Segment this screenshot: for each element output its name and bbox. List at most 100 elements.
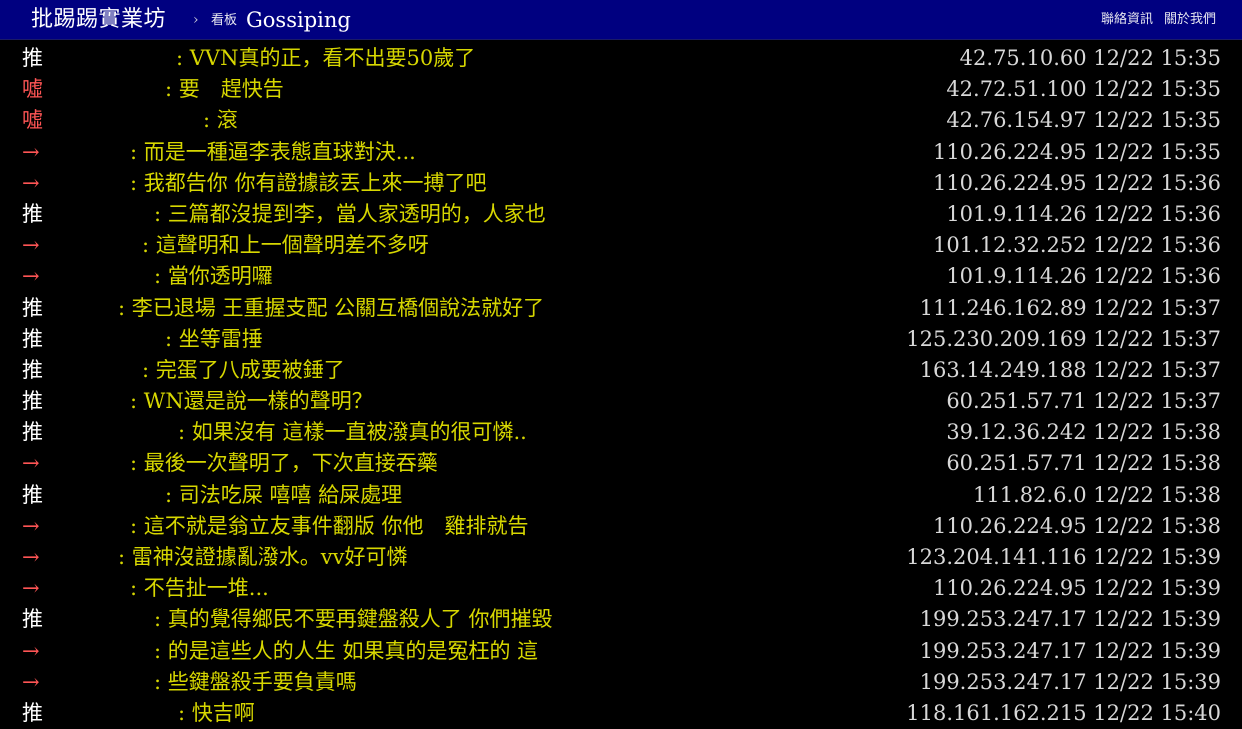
push-ip: 163.14.249.188 <box>919 357 1087 382</box>
push-ip: 110.26.224.95 <box>932 513 1087 538</box>
push-ip-time: 42.72.51.100 12/22 15:35 <box>946 74 1221 105</box>
push-time: 12/22 15:37 <box>1093 295 1221 320</box>
board-name-link[interactable]: Gossiping <box>246 7 351 33</box>
push-content: : 不告扯一堆... <box>130 576 269 601</box>
arrow-tag: → <box>22 451 40 476</box>
push-tag: 推 <box>22 326 43 351</box>
push-row: → : 最後一次聲明了，下次直接吞藥 60.251.57.71 12/22 15… <box>0 448 1242 479</box>
push-time: 12/22 15:36 <box>1093 233 1221 258</box>
arrow-tag: → <box>22 264 40 289</box>
push-content: : VVN真的正，看不出要50歲了 <box>176 46 476 70</box>
push-time: 12/22 15:39 <box>1093 638 1221 663</box>
push-row: → : 當你透明囉 101.9.114.26 12/22 15:36 <box>0 261 1242 292</box>
push-time: 12/22 15:36 <box>1093 201 1221 226</box>
push-row: 推 : 如果沒有 這樣一直被潑真的很可憐.. 39.12.36.242 12/2… <box>0 417 1242 448</box>
arrow-tag: → <box>22 545 40 569</box>
push-content: : 而是一種逼李表態直球對決... <box>130 139 416 164</box>
push-row: 噓 : 滾 42.76.154.97 12/22 15:35 <box>0 105 1242 136</box>
push-ip: 101.12.32.252 <box>932 233 1087 258</box>
push-content: : 當你透明囉 <box>154 264 273 289</box>
push-ip-time: 111.82.6.0 12/22 15:38 <box>973 480 1221 511</box>
push-content: : 完蛋了八成要被錘了 <box>142 357 345 382</box>
push-ip: 60.251.57.71 <box>946 451 1087 476</box>
push-ip: 111.82.6.0 <box>973 482 1087 507</box>
push-time: 12/22 15:36 <box>1093 170 1221 195</box>
push-ip-time: 101.9.114.26 12/22 15:36 <box>946 199 1221 230</box>
push-time: 12/22 15:37 <box>1093 357 1221 382</box>
boo-tag: 噓 <box>22 77 43 102</box>
push-ip-time: 110.26.224.95 12/22 15:39 <box>933 573 1221 604</box>
push-row: 推 : VVN真的正，看不出要50歲了 42.75.10.60 12/22 15… <box>0 43 1242 74</box>
push-tag: 推 <box>22 201 43 226</box>
push-time: 12/22 15:38 <box>1093 482 1221 507</box>
push-row: 推 : 坐等雷捶 125.230.209.169 12/22 15:37 <box>0 324 1242 355</box>
push-content: : 最後一次聲明了，下次直接吞藥 <box>130 451 438 476</box>
push-ip: 199.253.247.17 <box>919 607 1087 632</box>
push-time: 12/22 15:38 <box>1093 420 1221 445</box>
push-ip-time: 199.253.247.17 12/22 15:39 <box>920 667 1221 698</box>
site-title-link[interactable]: 批踢踢實業坊 <box>31 6 166 34</box>
push-ip: 101.9.114.26 <box>946 264 1087 289</box>
push-time: 12/22 15:35 <box>1093 108 1221 133</box>
push-ip-time: 101.9.114.26 12/22 15:36 <box>946 261 1221 292</box>
push-row: 推 : 快吉啊 118.161.162.215 12/22 15:40 <box>0 698 1242 729</box>
push-tag: 推 <box>22 295 43 320</box>
arrow-tag: → <box>22 576 40 601</box>
push-content: : 坐等雷捶 <box>165 326 263 351</box>
push-tag: 推 <box>22 46 43 70</box>
push-ip: 39.12.36.242 <box>946 420 1087 445</box>
push-time: 12/22 15:40 <box>1093 700 1221 725</box>
push-ip-time: 111.246.162.89 12/22 15:37 <box>920 293 1221 324</box>
push-ip: 125.230.209.169 <box>906 326 1087 351</box>
push-ip-time: 60.251.57.71 12/22 15:38 <box>946 448 1221 479</box>
push-ip: 123.204.141.116 <box>906 545 1087 569</box>
push-row: 推 : WN還是說一樣的聲明？ 60.251.57.71 12/22 15:37 <box>0 386 1242 417</box>
arrow-tag: → <box>22 513 40 538</box>
push-time: 12/22 15:36 <box>1093 264 1221 289</box>
push-ip-time: 60.251.57.71 12/22 15:37 <box>946 386 1221 417</box>
push-ip-time: 110.26.224.95 12/22 15:36 <box>933 168 1221 199</box>
push-row: 噓 : 要 趕快告 42.72.51.100 12/22 15:35 <box>0 74 1242 105</box>
push-time: 12/22 15:39 <box>1093 669 1221 694</box>
push-ip-time: 42.75.10.60 12/22 15:35 <box>960 43 1221 74</box>
arrow-tag: → <box>22 170 40 195</box>
push-ip-time: 110.26.224.95 12/22 15:35 <box>933 137 1221 168</box>
push-content: : 我都告你 你有證據該丟上來一搏了吧 <box>130 170 487 195</box>
push-ip-time: 199.253.247.17 12/22 15:39 <box>920 636 1221 667</box>
arrow-tag: → <box>22 638 40 663</box>
push-ip: 110.26.224.95 <box>932 576 1087 601</box>
push-time: 12/22 15:39 <box>1093 576 1221 601</box>
push-row: → : 而是一種逼李表態直球對決... 110.26.224.95 12/22 … <box>0 137 1242 168</box>
push-content: : 這不就是翁立友事件翻版 你他 雞排就告 <box>130 513 529 538</box>
push-tag: 推 <box>22 357 43 382</box>
push-ip: 42.72.51.100 <box>946 77 1087 102</box>
push-content: : 快吉啊 <box>178 700 255 725</box>
push-row: 推 : 李已退場 王重握支配 公關互橋個說法就好了 111.246.162.89… <box>0 293 1242 324</box>
push-content: : 司法吃屎 嘻嘻 給屎處理 <box>165 482 403 507</box>
push-ip-time: 118.161.162.215 12/22 15:40 <box>906 698 1221 729</box>
push-content: : 雷神沒證據亂潑水。vv好可憐 <box>118 545 408 569</box>
push-ip-time: 199.253.247.17 12/22 15:39 <box>920 604 1221 635</box>
push-row: 推 : 司法吃屎 嘻嘻 給屎處理 111.82.6.0 12/22 15:38 <box>0 480 1242 511</box>
push-ip-time: 42.76.154.97 12/22 15:35 <box>946 105 1221 136</box>
push-content: : 如果沒有 這樣一直被潑真的很可憐.. <box>178 420 527 445</box>
board-label: 看板 <box>211 13 238 28</box>
push-row: 推 : 三篇都沒提到李，當人家透明的，人家也 101.9.114.26 12/2… <box>0 199 1242 230</box>
boo-tag: 噓 <box>22 108 43 133</box>
arrow-tag: → <box>22 233 40 258</box>
push-time: 12/22 15:37 <box>1093 389 1221 414</box>
arrow-tag: → <box>22 139 40 164</box>
push-content: : 些鍵盤殺手要負責嗎 <box>154 669 357 694</box>
push-time: 12/22 15:35 <box>1093 77 1221 102</box>
about-us-link[interactable]: 關於我們 <box>1164 12 1216 27</box>
contact-info-link[interactable]: 聯絡資訊 <box>1101 12 1153 27</box>
push-time: 12/22 15:38 <box>1093 513 1221 538</box>
push-content: : 這聲明和上一個聲明差不多呀 <box>142 233 429 258</box>
arrow-tag: → <box>22 669 40 694</box>
push-list: 推 : VVN真的正，看不出要50歲了 42.75.10.60 12/22 15… <box>0 43 1242 729</box>
push-ip-time: 39.12.36.242 12/22 15:38 <box>946 417 1221 448</box>
push-time: 12/22 15:35 <box>1093 139 1221 164</box>
push-content: : 三篇都沒提到李，當人家透明的，人家也 <box>154 201 546 226</box>
push-content: : 李已退場 王重握支配 公關互橋個說法就好了 <box>118 295 545 320</box>
push-ip-time: 125.230.209.169 12/22 15:37 <box>906 324 1221 355</box>
